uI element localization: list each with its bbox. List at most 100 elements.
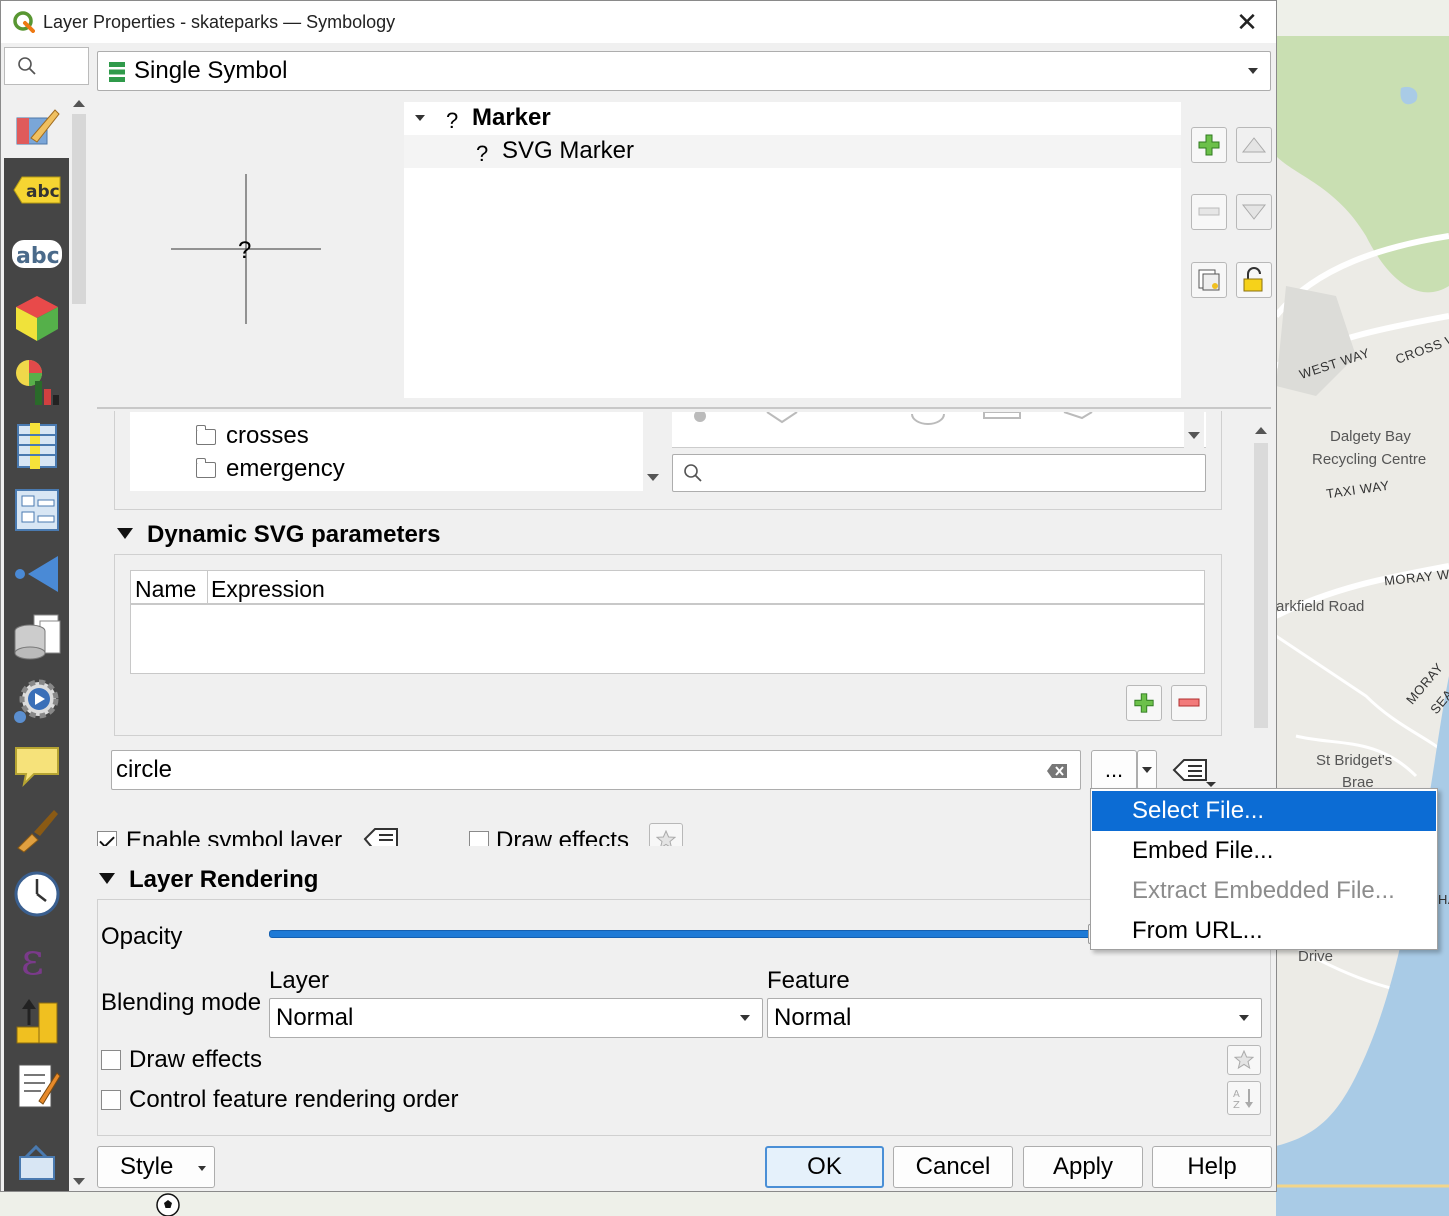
tab-diagrams[interactable] xyxy=(4,350,69,414)
tab-metadata[interactable] xyxy=(4,1054,69,1118)
folder-item-crosses[interactable]: crosses xyxy=(195,422,309,450)
tab-actions[interactable] xyxy=(4,670,69,734)
tab-rendering[interactable] xyxy=(4,798,69,862)
help-button[interactable]: Help xyxy=(1152,1146,1272,1188)
mask-abc-icon: abc xyxy=(11,240,62,269)
single-symbol-icon xyxy=(109,62,125,82)
rendering-order-button[interactable]: A Z xyxy=(1227,1081,1261,1115)
add-symbol-layer-button[interactable] xyxy=(1191,127,1227,163)
settings-scrollbar[interactable] xyxy=(1252,421,1270,846)
variables-epsilon-icon: ε xyxy=(21,934,44,982)
image-grid-scrollbar[interactable] xyxy=(1184,412,1204,448)
apply-button[interactable]: Apply xyxy=(1023,1146,1143,1188)
tab-elevation[interactable] xyxy=(4,990,69,1054)
tab-search-input[interactable] xyxy=(4,47,89,85)
duplicate-layer-button[interactable] xyxy=(1191,262,1227,298)
sidebar-scrollbar[interactable] xyxy=(69,94,89,1191)
data-defined-override-icon[interactable] xyxy=(363,825,403,846)
svg-source-menu-toggle[interactable] xyxy=(1137,750,1157,790)
tab-variables[interactable]: ε xyxy=(4,926,69,990)
close-button[interactable]: ✕ xyxy=(1232,7,1262,37)
tab-temporal[interactable] xyxy=(4,862,69,926)
ok-button[interactable]: OK xyxy=(765,1146,884,1188)
scroll-down-arrow-icon[interactable] xyxy=(73,1178,85,1185)
tab-auxiliary-storage[interactable] xyxy=(4,606,69,670)
svg-search-input[interactable] xyxy=(672,454,1206,492)
svg-marker-settings-panel: crosses emergency Dynamic SVG parameters… xyxy=(97,411,1252,846)
tab-masks[interactable]: abc xyxy=(4,222,69,286)
scroll-up-arrow-icon[interactable] xyxy=(73,100,85,107)
enable-symbol-layer-checkbox[interactable] xyxy=(97,831,117,846)
layer-effects-button[interactable] xyxy=(1227,1045,1261,1075)
tab-labels[interactable]: abc xyxy=(4,158,69,222)
scroll-up-arrow-icon[interactable] xyxy=(1255,427,1267,434)
menu-item-select-file[interactable]: Select File... xyxy=(1092,791,1436,831)
move-up-button[interactable] xyxy=(1236,127,1272,163)
expand-arrow-icon[interactable] xyxy=(415,115,425,121)
sort-order-icon: A Z xyxy=(1233,1089,1253,1110)
tree-label-svg-marker: SVG Marker xyxy=(502,137,635,164)
auxiliary-storage-icon xyxy=(14,614,60,660)
table-header: Name Expression xyxy=(131,571,1204,605)
control-rendering-order-checkbox[interactable] xyxy=(101,1090,121,1110)
menu-item-from-url[interactable]: From URL... xyxy=(1092,911,1436,951)
layer-blend-label: Layer xyxy=(269,967,330,994)
tree-row-marker[interactable]: ? Marker xyxy=(404,102,1181,135)
svg-source-ellipsis-button[interactable]: ... xyxy=(1091,750,1137,790)
form-layout-icon xyxy=(14,489,59,531)
scroll-down-arrow-icon[interactable] xyxy=(1188,432,1200,439)
scroll-down-arrow-icon[interactable] xyxy=(647,474,659,481)
style-menu-button[interactable]: Style xyxy=(97,1146,215,1188)
opacity-slider[interactable] xyxy=(269,924,1098,944)
menu-item-embed-file[interactable]: Embed File... xyxy=(1092,831,1436,871)
tree-row-svg-marker[interactable]: ? SVG Marker xyxy=(404,135,1181,168)
layer-rendering-header[interactable]: Layer Rendering xyxy=(99,866,318,894)
column-divider xyxy=(207,571,208,605)
move-down-button[interactable] xyxy=(1236,194,1272,230)
svg-folder-tree[interactable]: crosses emergency xyxy=(130,412,660,491)
lock-color-button[interactable] xyxy=(1236,262,1272,298)
tab-symbology[interactable] xyxy=(4,94,69,158)
effects-settings-button[interactable] xyxy=(649,823,683,846)
layer-rendering-title: Layer Rendering xyxy=(129,866,319,893)
chevron-down-icon xyxy=(198,1166,206,1171)
symbol-layer-tree[interactable]: ? Marker ? SVG Marker xyxy=(404,102,1181,398)
collapse-arrow-icon[interactable] xyxy=(117,528,133,540)
remove-symbol-layer-button[interactable] xyxy=(1191,194,1227,230)
layer-blend-combobox[interactable]: Normal xyxy=(269,998,763,1038)
dynamic-params-table[interactable]: Name Expression xyxy=(130,570,1205,674)
dynamic-svg-group: Name Expression xyxy=(114,554,1222,736)
dynamic-svg-header[interactable]: Dynamic SVG parameters xyxy=(117,521,440,549)
renderer-type-combobox[interactable]: Single Symbol xyxy=(97,51,1271,91)
scrollbar-thumb[interactable] xyxy=(1254,443,1268,728)
tab-display[interactable] xyxy=(4,734,69,798)
tab-dependencies[interactable] xyxy=(4,1134,69,1198)
cancel-button[interactable]: Cancel xyxy=(893,1146,1013,1188)
tab-joins[interactable] xyxy=(4,542,69,606)
clear-icon[interactable] xyxy=(1046,763,1068,779)
data-defined-override-icon[interactable] xyxy=(1170,754,1218,788)
duplicate-icon xyxy=(1198,269,1220,291)
qgis-logo-icon xyxy=(13,11,35,33)
add-parameter-button[interactable] xyxy=(1126,685,1162,721)
symbol-draw-effects-label: Draw effects xyxy=(496,827,629,846)
collapse-arrow-icon[interactable] xyxy=(99,873,115,885)
svg-text:A: A xyxy=(1233,1089,1240,1100)
folder-label: crosses xyxy=(226,422,309,449)
tab-3d-view[interactable] xyxy=(4,286,69,350)
panel-splitter[interactable] xyxy=(97,407,1271,409)
window-title: Layer Properties - skateparks — Symbolog… xyxy=(43,12,396,32)
layer-draw-effects-checkbox[interactable] xyxy=(101,1050,121,1070)
scrollbar-thumb[interactable] xyxy=(72,114,86,304)
svg-image-grid[interactable] xyxy=(672,411,1206,448)
svg-source-input[interactable]: circle xyxy=(111,750,1081,790)
remove-parameter-button[interactable] xyxy=(1171,685,1207,721)
symbol-draw-effects-checkbox[interactable] xyxy=(469,831,489,846)
folder-item-emergency[interactable]: emergency xyxy=(195,455,345,483)
tab-fields[interactable] xyxy=(4,414,69,478)
tab-attributes-form[interactable] xyxy=(4,478,69,542)
column-expression: Expression xyxy=(211,576,325,602)
feature-blend-combobox[interactable]: Normal xyxy=(767,998,1262,1038)
folder-tree-scrollbar[interactable] xyxy=(643,412,663,491)
chevron-down-icon xyxy=(740,1015,750,1021)
